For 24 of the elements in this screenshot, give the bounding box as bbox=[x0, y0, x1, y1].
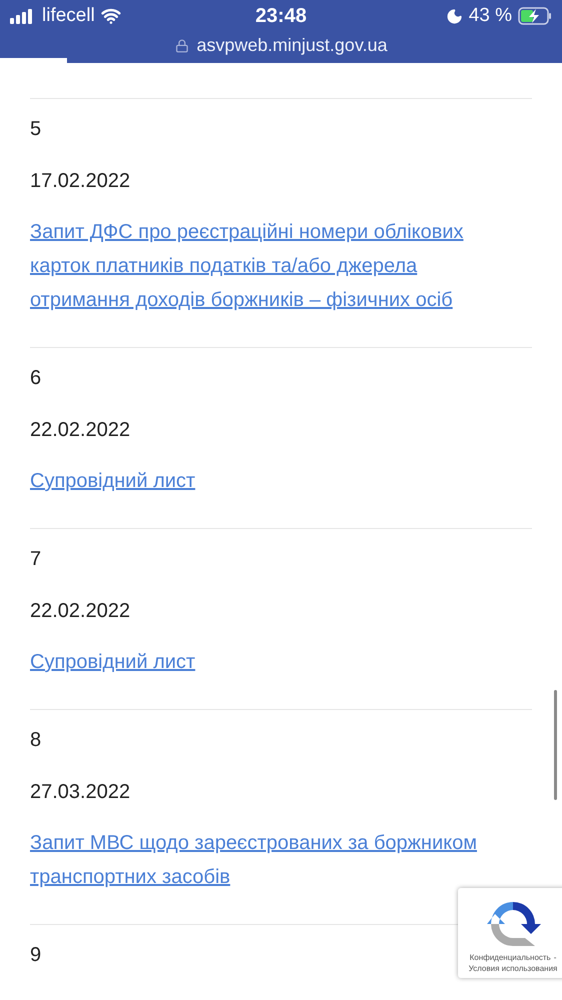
row-number: 6 bbox=[30, 366, 42, 391]
row-date: 17.02.2022 bbox=[30, 169, 130, 194]
row-date: 22.02.2022 bbox=[30, 418, 130, 443]
moon-icon bbox=[446, 8, 463, 24]
document-link[interactable]: Запит МВС щодо зареєстрованих за боржником транспортних засобів bbox=[30, 826, 510, 894]
row-date: 22.02.2022 bbox=[30, 599, 130, 624]
clock: 23:48 bbox=[254, 4, 308, 29]
row-number: 9 bbox=[30, 943, 42, 968]
privacy-link[interactable]: Конфиденциальность bbox=[470, 952, 551, 963]
document-link[interactable]: Супровідний лист bbox=[30, 464, 196, 498]
carrier-name: lifecell bbox=[42, 4, 95, 28]
wifi-icon bbox=[100, 6, 121, 26]
separator: - bbox=[554, 952, 556, 963]
battery-percent: 43 % bbox=[468, 4, 512, 28]
terms-link[interactable]: Условия использования bbox=[468, 963, 558, 974]
lock-icon bbox=[174, 38, 189, 52]
battery-charging-icon bbox=[518, 7, 552, 25]
row-date: 27.03.2022 bbox=[30, 780, 130, 805]
document-link[interactable]: Супровідний лист bbox=[30, 645, 196, 679]
row-number: 8 bbox=[30, 728, 42, 753]
document-link[interactable]: Запит ДФС про реєстраційні номери облікових карток платників податків та/або джерела отримання доходів боржників – фізичних осіб bbox=[30, 215, 510, 317]
url-text[interactable]: asvpweb.minjust.gov.ua bbox=[196, 32, 388, 59]
row-number: 7 bbox=[30, 547, 42, 572]
row-number: 5 bbox=[30, 117, 42, 142]
